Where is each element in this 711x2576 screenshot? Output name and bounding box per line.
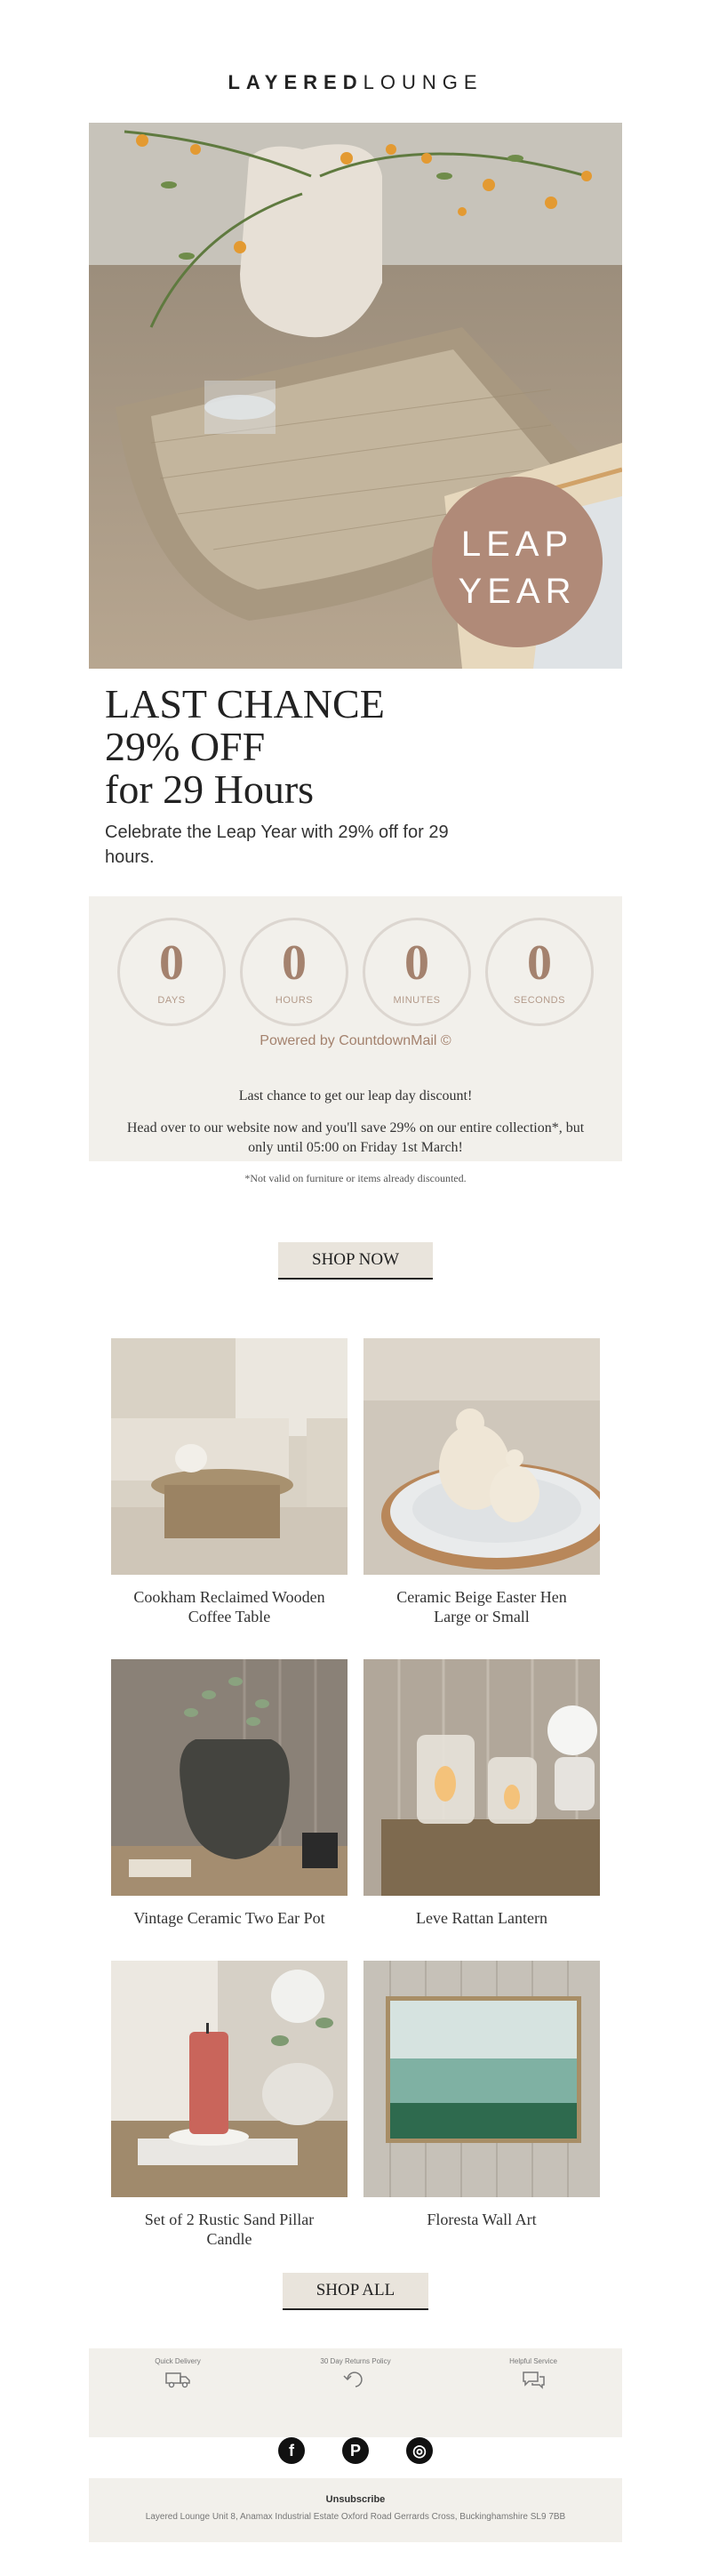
footer-address-block: Unsubscribe Layered Lounge Unit 8, Anama… bbox=[89, 2478, 622, 2542]
product-name[interactable]: Vintage Ceramic Two Ear Pot bbox=[111, 1908, 348, 1928]
countdown-message: Last chance to get our leap day discount… bbox=[89, 1087, 622, 1158]
product-card[interactable]: Floresta Wall Art bbox=[363, 1961, 600, 2229]
product-image[interactable] bbox=[363, 1338, 600, 1575]
countdown-note-wrap: *Not valid on furniture or items already… bbox=[89, 1172, 622, 1185]
product-name[interactable]: Floresta Wall Art bbox=[363, 2210, 600, 2229]
countdown-seconds: 0 SECONDS bbox=[485, 918, 594, 1026]
usp-helpful-service: Helpful Service bbox=[444, 2357, 622, 2389]
product-card[interactable]: Cookham Reclaimed Wooden Coffee Table bbox=[111, 1338, 348, 1626]
product-card[interactable]: Leve Rattan Lantern bbox=[363, 1659, 600, 1928]
facebook-icon[interactable]: f bbox=[278, 2437, 305, 2464]
product-name[interactable]: Leve Rattan Lantern bbox=[363, 1908, 600, 1928]
countdown-label: DAYS bbox=[157, 995, 186, 1006]
countdown-timer: 0 DAYS 0 HOURS 0 MINUTES 0 SECONDS bbox=[117, 918, 594, 1028]
product-image[interactable] bbox=[111, 1338, 348, 1575]
product-name[interactable]: Cookham Reclaimed Wooden Coffee Table bbox=[111, 1587, 348, 1626]
headline-line-2: 29% OFF bbox=[105, 724, 266, 769]
returns-icon bbox=[343, 2371, 363, 2387]
shop-all-button[interactable]: SHOP ALL bbox=[283, 2273, 428, 2310]
countdown-value: 0 bbox=[527, 935, 552, 991]
countdown-note: *Not valid on furniture or items already… bbox=[244, 1172, 467, 1184]
countdown-label: HOURS bbox=[275, 995, 314, 1006]
brand-logo[interactable]: LAYEREDLOUNGE bbox=[0, 71, 711, 94]
email-page: LAYEREDLOUNGE LEAP YEAR LAST CHANCE 29% … bbox=[0, 0, 711, 2576]
product-name[interactable]: Ceramic Beige Easter Hen Large or Small bbox=[363, 1587, 600, 1626]
chat-icon bbox=[523, 2371, 545, 2389]
instagram-icon[interactable]: ◎ bbox=[406, 2437, 433, 2464]
hero-image[interactable]: LEAP YEAR bbox=[89, 123, 622, 669]
countdown-label: MINUTES bbox=[393, 995, 441, 1006]
headline-line-3: for 29 Hours bbox=[105, 766, 315, 812]
product-name[interactable]: Set of 2 Rustic Sand Pillar Candle bbox=[111, 2210, 348, 2249]
shop-now-button[interactable]: SHOP NOW bbox=[278, 1242, 433, 1280]
countdown-value: 0 bbox=[159, 935, 184, 991]
headline-title: LAST CHANCE 29% OFF for 29 Hours bbox=[105, 683, 603, 811]
product-card[interactable]: Set of 2 Rustic Sand Pillar Candle bbox=[111, 1961, 348, 2249]
countdown-message-2: Head over to our website now and you'll … bbox=[126, 1120, 585, 1155]
countdown-panel: 0 DAYS 0 HOURS 0 MINUTES 0 SECONDS Power… bbox=[89, 896, 622, 1161]
product-card[interactable]: Ceramic Beige Easter Hen Large or Small bbox=[363, 1338, 600, 1626]
countdown-label: SECONDS bbox=[514, 995, 565, 1006]
company-address: Layered Lounge Unit 8, Anamax Industrial… bbox=[145, 2512, 566, 2522]
usp-label: Helpful Service bbox=[509, 2357, 557, 2365]
footer-usps: Quick Delivery 30 Day Returns Policy Hel… bbox=[89, 2348, 622, 2437]
product-image[interactable] bbox=[111, 1659, 348, 1896]
product-image[interactable] bbox=[363, 1961, 600, 2197]
countdown-hours: 0 HOURS bbox=[240, 918, 348, 1026]
headline-block: LAST CHANCE 29% OFF for 29 Hours Celebra… bbox=[105, 683, 603, 870]
logo-light: LOUNGE bbox=[363, 71, 483, 93]
footer-social: f P ◎ bbox=[0, 2437, 711, 2478]
countdown-message-1: Last chance to get our leap day discount… bbox=[238, 1088, 473, 1103]
product-image[interactable] bbox=[111, 1961, 348, 2197]
usp-label: Quick Delivery bbox=[155, 2357, 201, 2365]
headline-subtitle: Celebrate the Leap Year with 29% off for… bbox=[105, 823, 449, 867]
product-image[interactable] bbox=[363, 1659, 600, 1896]
truck-icon bbox=[165, 2372, 190, 2388]
usp-quick-delivery: Quick Delivery bbox=[89, 2357, 267, 2389]
countdown-minutes: 0 MINUTES bbox=[363, 918, 471, 1026]
product-card[interactable]: Vintage Ceramic Two Ear Pot bbox=[111, 1659, 348, 1928]
hero-badge-line1: LEAP bbox=[461, 525, 573, 564]
usp-returns: 30 Day Returns Policy bbox=[267, 2357, 444, 2389]
logo-bold: LAYERED bbox=[228, 71, 363, 93]
unsubscribe-link[interactable]: Unsubscribe bbox=[89, 2494, 622, 2505]
countdown-days: 0 DAYS bbox=[117, 918, 226, 1026]
usp-label: 30 Day Returns Policy bbox=[320, 2357, 391, 2365]
countdown-value: 0 bbox=[282, 935, 307, 991]
countdown-value: 0 bbox=[404, 935, 429, 991]
hero-badge-line2: YEAR bbox=[459, 572, 577, 611]
pinterest-icon[interactable]: P bbox=[342, 2437, 369, 2464]
powered-by-link[interactable]: Powered by CountdownMail © bbox=[89, 1033, 622, 1049]
headline-line-1: LAST CHANCE bbox=[105, 681, 385, 726]
